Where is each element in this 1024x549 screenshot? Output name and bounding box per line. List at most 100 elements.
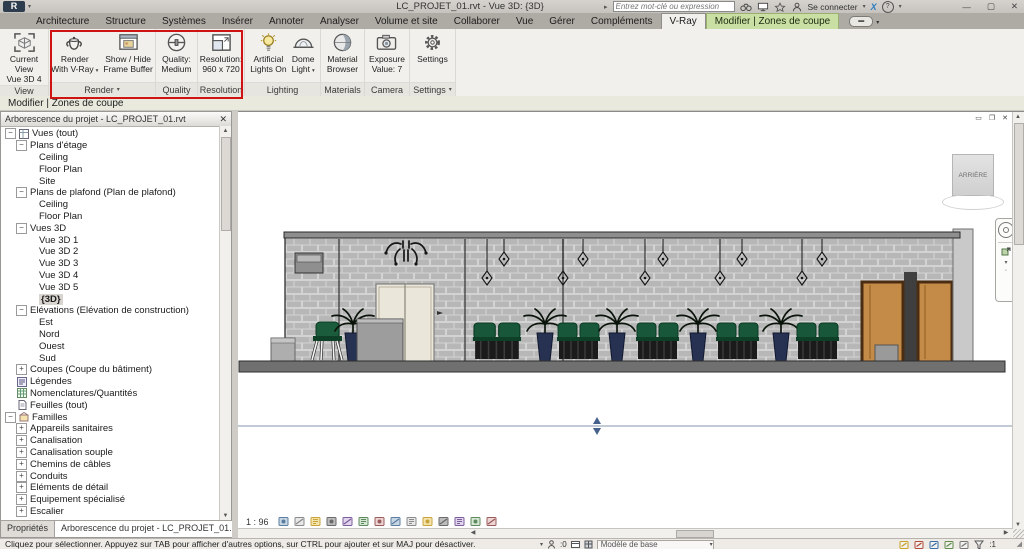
tab-v-ray[interactable]: V-Ray — [661, 13, 706, 29]
tree-item-vue-3d-5[interactable]: Vue 3D 5 — [1, 281, 220, 293]
tree-item-appareils-sanitaires[interactable]: +Appareils sanitaires — [1, 423, 220, 435]
tree-item-el-ments-de-d-tail[interactable]: +Eléments de détail — [1, 482, 220, 494]
worksets-arrow-icon[interactable]: ▾ — [540, 541, 543, 548]
temporary-hide-isolate-icon[interactable] — [406, 516, 417, 527]
maximize-button[interactable]: ▢ — [987, 1, 995, 12]
tree-item-floor-plan[interactable]: Floor Plan — [1, 163, 220, 175]
crop-view-icon[interactable] — [358, 516, 369, 527]
collapse-icon[interactable]: − — [5, 128, 16, 139]
tree-scrollbar[interactable]: ▲ ▼ — [219, 126, 231, 521]
tree-item-vue-3d-2[interactable]: Vue 3D 2 — [1, 246, 220, 258]
tree-item-floor-plan[interactable]: Floor Plan — [1, 211, 220, 223]
ribbon-button-dome-light[interactable]: DomeLight▾ — [290, 31, 317, 76]
scroll-left-icon[interactable]: ◀ — [468, 529, 478, 537]
ribbon-group-label-quality[interactable]: Quality — [156, 82, 197, 96]
show-crop-icon[interactable] — [374, 516, 385, 527]
tab-architecture[interactable]: Architecture — [28, 14, 97, 29]
tree-item-ouest[interactable]: Ouest — [1, 340, 220, 352]
ribbon-display-toggle[interactable]: ▬ — [849, 16, 873, 27]
ribbon-button-exposure-value-7[interactable]: ExposureValue: 7 — [367, 31, 407, 75]
tree-item-canalisation-souple[interactable]: +Canalisation souple — [1, 447, 220, 459]
tree-item-vue-3d-3[interactable]: Vue 3D 3 — [1, 258, 220, 270]
panel-tab-propri-t-s[interactable]: Propriétés — [1, 521, 55, 537]
tab-modifier-zones-de-coupe[interactable]: Modifier | Zones de coupe — [706, 13, 839, 29]
ribbon-group-label-lighting[interactable]: Lighting — [245, 82, 320, 96]
expand-icon[interactable]: + — [16, 482, 27, 493]
help-arrow-icon[interactable]: ▾ — [899, 3, 902, 10]
press-drag-icon[interactable] — [959, 540, 969, 549]
drawing-area[interactable]: ▭ ❐ ✕ ARRIÈRE ▾ ◦ ▲ ▼ 1 : 96 — [238, 111, 1024, 538]
viewcube-face-label[interactable]: ARRIÈRE — [959, 172, 988, 179]
close-button[interactable]: ✕ — [1011, 1, 1018, 12]
tree-item-sud[interactable]: Sud — [1, 352, 220, 364]
ribbon-button-artificial-lights-on[interactable]: ArtificialLights On — [248, 31, 288, 75]
horizontal-scrollbar-thumb[interactable] — [676, 530, 714, 538]
scroll-right-icon[interactable]: ▶ — [1001, 529, 1011, 537]
tree-item-plans-de-plafond-plan-de-plafond[interactable]: −Plans de plafond (Plan de plafond) — [1, 187, 220, 199]
collapse-icon[interactable]: − — [16, 187, 27, 198]
user-icon[interactable] — [791, 2, 803, 12]
ribbon-button-settings[interactable]: Settings — [415, 31, 450, 65]
expand-icon[interactable]: + — [16, 435, 27, 446]
viewcube[interactable]: ARRIÈRE — [952, 154, 994, 196]
view-restore-icon[interactable]: ❐ — [989, 114, 995, 122]
tree-item-ceiling[interactable]: Ceiling — [1, 199, 220, 211]
ribbon-button-resolution-960-x-720[interactable]: Resolution:960 x 720 — [198, 31, 245, 75]
collapse-icon[interactable]: − — [16, 223, 27, 234]
reveal-constraints-icon[interactable] — [470, 516, 481, 527]
tree-item-conduits[interactable]: +Conduits — [1, 470, 220, 482]
tree-item-vues-3d[interactable]: −Vues 3D — [1, 222, 220, 234]
tree-item-equipement-sp-cialis[interactable]: +Equipement spécialisé — [1, 494, 220, 506]
shadows-icon[interactable] — [326, 516, 337, 527]
render-dialog-icon[interactable] — [342, 516, 353, 527]
communication-icon[interactable] — [757, 2, 769, 12]
minimize-button[interactable]: — — [962, 2, 971, 12]
expand-icon[interactable]: + — [16, 364, 27, 375]
window-resize-grip[interactable]: ◢ — [1017, 540, 1022, 548]
tree-item-feuilles-tout[interactable]: Feuilles (tout) — [1, 399, 220, 411]
scroll-up-icon[interactable]: ▲ — [220, 126, 231, 136]
tree-item-vues-tout[interactable]: −Vues (tout) — [1, 128, 220, 140]
ribbon-group-label-materials[interactable]: Materials — [321, 82, 364, 96]
group-dropdown-icon[interactable]: ▾ — [117, 86, 120, 93]
ribbon-button-current-view-vue-3d-4[interactable]: Current ViewVue 3D 4 — [0, 31, 48, 85]
expand-icon[interactable]: + — [16, 459, 27, 470]
tab-g-rer[interactable]: Gérer — [541, 14, 583, 29]
vertical-scrollbar-thumb[interactable] — [1014, 123, 1024, 245]
ribbon-group-label-settings[interactable]: Settings▾ — [410, 82, 455, 96]
sign-in-arrow-icon[interactable]: ▾ — [863, 3, 866, 10]
tree-item-coupes-coupe-du-b-timent[interactable]: +Coupes (Coupe du bâtiment) — [1, 364, 220, 376]
horizontal-scrollbar[interactable]: ◀ ▶ — [238, 528, 1013, 538]
tree-item-canalisation[interactable]: +Canalisation — [1, 435, 220, 447]
tree-item-site[interactable]: Site — [1, 175, 220, 187]
design-option-dropdown[interactable]: Modèle de base ▾ — [597, 540, 714, 549]
tree-item-vue-3d-1[interactable]: Vue 3D 1 — [1, 234, 220, 246]
lock-3d-view-icon[interactable] — [390, 516, 401, 527]
vertical-scrollbar[interactable]: ▲ ▼ — [1012, 112, 1024, 530]
app-menu-button[interactable]: R — [3, 1, 25, 12]
tab-analyser[interactable]: Analyser — [312, 14, 367, 29]
tab-compl-ments[interactable]: Compléments — [583, 14, 661, 29]
zoom-icon[interactable] — [1001, 247, 1011, 257]
tree-scrollbar-thumb[interactable] — [221, 137, 231, 231]
tree-item-ceiling[interactable]: Ceiling — [1, 152, 220, 164]
tree-item-escalier[interactable]: +Escalier — [1, 506, 220, 518]
tree-item-nord[interactable]: Nord — [1, 329, 220, 341]
help-icon[interactable]: ? — [882, 1, 894, 13]
tree-item-vue-3d-4[interactable]: Vue 3D 4 — [1, 270, 220, 282]
tree-item-est[interactable]: Est — [1, 317, 220, 329]
project-browser-header[interactable]: Arborescence du projet - LC_PROJET_01.rv… — [1, 112, 231, 127]
editable-only-icon[interactable] — [547, 540, 556, 549]
close-icon[interactable]: ✕ — [219, 112, 227, 126]
filter-icon[interactable] — [974, 540, 984, 549]
view-close-icon[interactable]: ✕ — [1002, 114, 1008, 122]
displaced-elements-icon[interactable] — [454, 516, 465, 527]
tree-item-l-gendes[interactable]: Légendes — [1, 376, 220, 388]
visual-style-icon[interactable] — [294, 516, 305, 527]
expand-icon[interactable]: + — [16, 494, 27, 505]
sign-in-button[interactable]: Se connecter — [808, 2, 858, 12]
ribbon-group-label-resolution[interactable]: Resolution — [198, 82, 244, 96]
expand-icon[interactable]: + — [16, 471, 27, 482]
ribbon-button-material-browser[interactable]: MaterialBrowser — [325, 31, 360, 75]
collapse-icon[interactable]: − — [16, 140, 27, 151]
